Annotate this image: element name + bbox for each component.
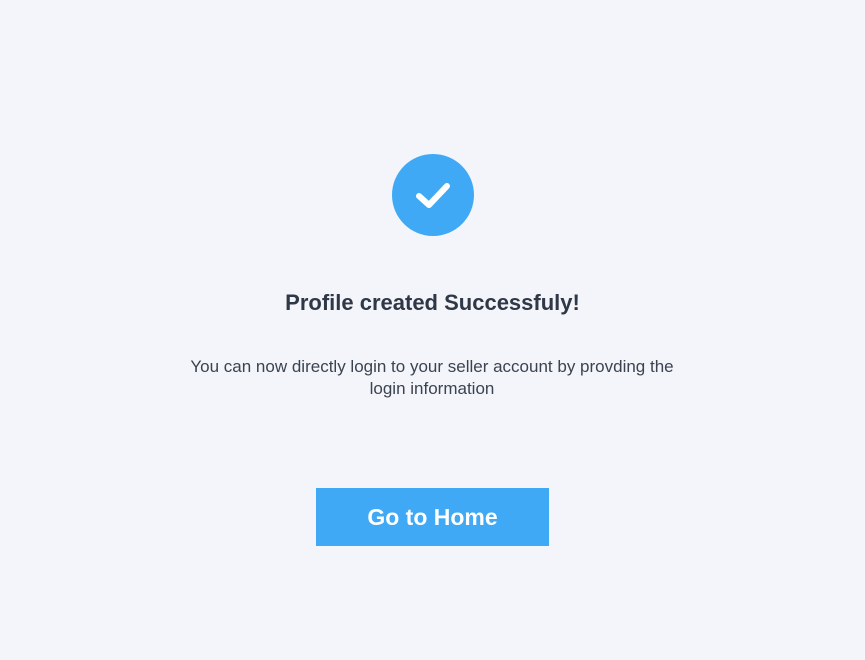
go-to-home-button[interactable]: Go to Home (316, 488, 549, 546)
success-badge (392, 154, 474, 236)
success-title: Profile created Successfuly! (285, 290, 580, 315)
success-message: You can now directly login to your selle… (190, 357, 674, 398)
success-screen: Profile created Successfuly! You can now… (0, 0, 865, 660)
check-icon (416, 183, 450, 208)
